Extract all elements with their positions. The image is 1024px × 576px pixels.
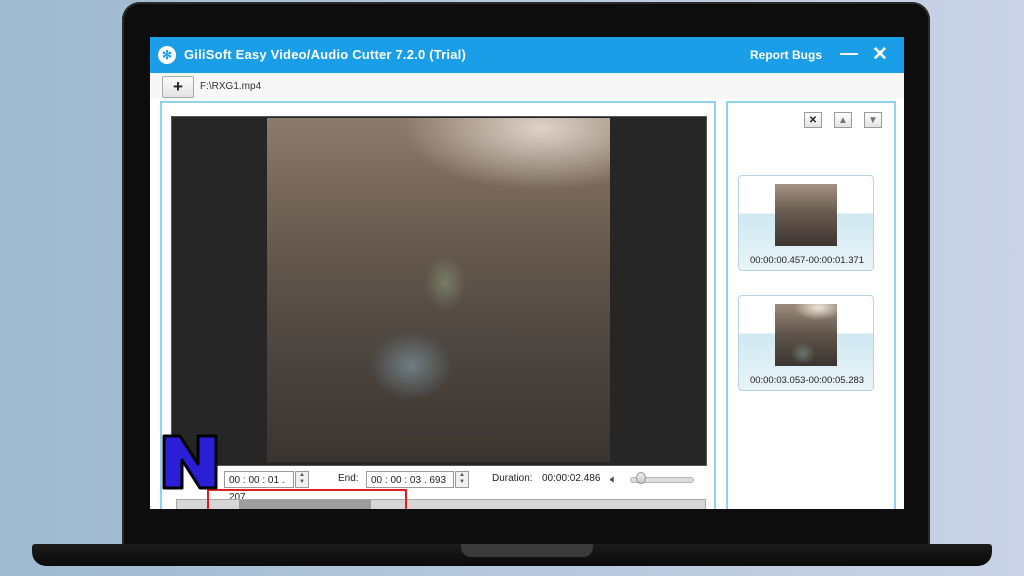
laptop-notch <box>461 544 593 557</box>
report-bugs-link[interactable]: Report Bugs <box>750 48 822 62</box>
video-player[interactable] <box>171 116 707 466</box>
file-path: F:\RXG1.mp4 <box>200 81 262 92</box>
clip-thumbnail <box>775 184 837 246</box>
film-reel-icon: ✻ <box>158 46 176 64</box>
speaker-icon[interactable]: 🔈︎ <box>610 472 617 487</box>
app-title: GiliSoft Easy Video/Audio Cutter 7.2.0 (… <box>184 47 467 62</box>
start-time-highlight <box>207 489 407 509</box>
video-frame <box>267 118 610 462</box>
clip-thumbnail <box>775 304 837 366</box>
preview-panel: 00 : 00 : 01 . 207 ▲ ▼ End: 00 : 00 : 03 … <box>160 101 716 509</box>
end-time-stepper[interactable]: ▲ ▼ <box>455 471 469 488</box>
move-up-button[interactable]: ▲ <box>834 112 852 128</box>
end-label: End: <box>338 473 359 484</box>
minimize-button[interactable]: — <box>840 43 858 64</box>
move-down-button[interactable]: ▼ <box>864 112 882 128</box>
clip-item[interactable]: 00:00:00.457-00:00:01.371 <box>738 175 874 271</box>
clip-list-panel: ✕ ▲ ▼ 00:00:00.457-00:00:01.371 00:00:03… <box>726 101 896 509</box>
clip-time-range: 00:00:03.053-00:00:05.283 <box>749 375 865 386</box>
start-time-stepper[interactable]: ▲ ▼ <box>295 471 309 488</box>
channel-logo <box>160 432 220 492</box>
end-time-input[interactable]: 00 : 00 : 03 . 693 <box>366 471 454 488</box>
start-time-input[interactable]: 00 : 00 : 01 . 207 <box>224 471 294 503</box>
title-bar: ✻ GiliSoft Easy Video/Audio Cutter 7.2.0… <box>150 37 904 73</box>
close-button[interactable]: ✕ <box>872 43 888 66</box>
duration-label: Duration: <box>492 473 533 484</box>
clip-item[interactable]: 00:00:03.053-00:00:05.283 <box>738 295 874 391</box>
add-file-button[interactable]: + <box>162 76 194 98</box>
toolbar: + F:\RXG1.mp4 <box>150 73 904 99</box>
app-window: ✻ GiliSoft Easy Video/Audio Cutter 7.2.0… <box>150 37 904 509</box>
clip-time-range: 00:00:00.457-00:00:01.371 <box>749 255 865 266</box>
volume-slider-handle[interactable] <box>636 472 646 484</box>
delete-clip-button[interactable]: ✕ <box>804 112 822 128</box>
duration-value: 00:00:02.486 <box>542 473 601 484</box>
